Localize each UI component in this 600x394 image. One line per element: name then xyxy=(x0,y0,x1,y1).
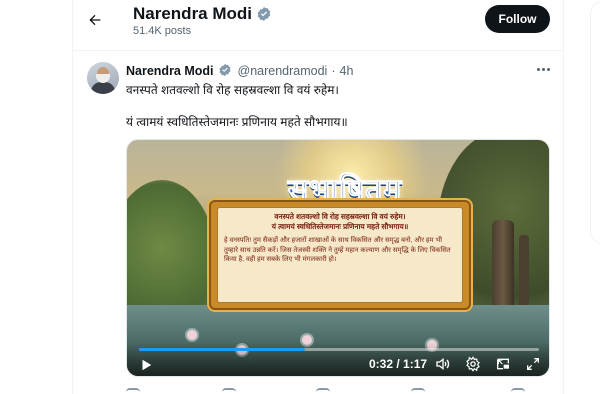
post-header: Narendra Modi @narendramodi · 4h xyxy=(126,62,353,80)
picture-in-picture-button[interactable] xyxy=(495,356,511,372)
post-handle[interactable]: @narendramodi xyxy=(238,64,328,78)
post-time[interactable]: 4h xyxy=(340,64,354,78)
reply-action[interactable] xyxy=(126,388,140,394)
bookmark-action[interactable] xyxy=(511,388,525,394)
video-progress-bar[interactable] xyxy=(139,348,539,351)
post-text-line-2: यं त्वामयं स्वधितिस्तेजमानः प्रणिनाय महत… xyxy=(126,115,348,129)
post-card[interactable]: Narendra Modi @narendramodi · 4h वनस्पते… xyxy=(73,52,563,394)
play-button[interactable] xyxy=(139,358,153,372)
verified-badge-icon xyxy=(218,63,234,79)
repost-action[interactable] xyxy=(222,388,236,394)
fullscreen-icon xyxy=(527,358,539,370)
volume-button[interactable] xyxy=(435,356,451,372)
more-options-button[interactable] xyxy=(533,60,553,78)
verse-line-2: यं त्वामयं स्वधितिस्तेजमानः प्रणिनाय महत… xyxy=(271,222,409,231)
avatar[interactable] xyxy=(87,62,119,94)
views-action[interactable] xyxy=(411,388,425,394)
gear-icon xyxy=(466,356,480,372)
separator-dot: · xyxy=(331,64,336,78)
sidebar-card xyxy=(590,0,600,245)
follow-button[interactable]: Follow xyxy=(485,5,550,33)
fullscreen-button[interactable] xyxy=(525,356,541,372)
verse-line-1: वनस्पते शतवल्शो वि रोह सहस्रवल्शा वि वयं… xyxy=(274,212,406,221)
volume-icon xyxy=(436,357,450,371)
like-action[interactable] xyxy=(316,388,330,394)
lotus-flower xyxy=(187,330,197,340)
post-actions-bar xyxy=(126,388,556,394)
play-icon xyxy=(142,359,152,371)
settings-button[interactable] xyxy=(465,356,481,372)
verified-badge-icon xyxy=(256,6,272,22)
verse-scroll: वनस्पते शतवल्शो वि रोह सहस्रवल्शा वि वयं… xyxy=(209,200,471,310)
back-button[interactable] xyxy=(81,6,109,34)
profile-header: Narendra Modi 51.4K posts Follow xyxy=(73,0,563,51)
video-controls: 0:32 / 1:17 xyxy=(127,342,549,376)
verse-meaning: हे वनस्पति! तुम सैकड़ों और हजारों शाखाओं… xyxy=(224,237,451,263)
post-author-name[interactable]: Narendra Modi xyxy=(126,64,214,78)
timeline-column: Narendra Modi 51.4K posts Follow Narendr… xyxy=(72,0,564,394)
video-progress-fill xyxy=(139,348,305,351)
video-player[interactable]: सुभाषितम् वनस्पते शतवल्शो वि रोह सहस्रवल… xyxy=(126,139,550,377)
verse-scroll-inner: वनस्पते शतवल्शो वि रोह सहस्रवल्शा वि वयं… xyxy=(217,207,463,303)
picture-in-picture-icon xyxy=(497,358,509,370)
post-text-line-1: वनस्पते शतवल्शो वि रोह सहस्रवल्शा वि वयं… xyxy=(126,83,339,97)
profile-name-text: Narendra Modi xyxy=(133,4,253,23)
video-time: 0:32 / 1:17 xyxy=(369,357,428,371)
posts-count: 51.4K posts xyxy=(133,25,192,37)
arrow-left-icon xyxy=(89,14,101,26)
profile-name: Narendra Modi xyxy=(133,4,272,24)
more-dots-icon xyxy=(536,67,540,71)
